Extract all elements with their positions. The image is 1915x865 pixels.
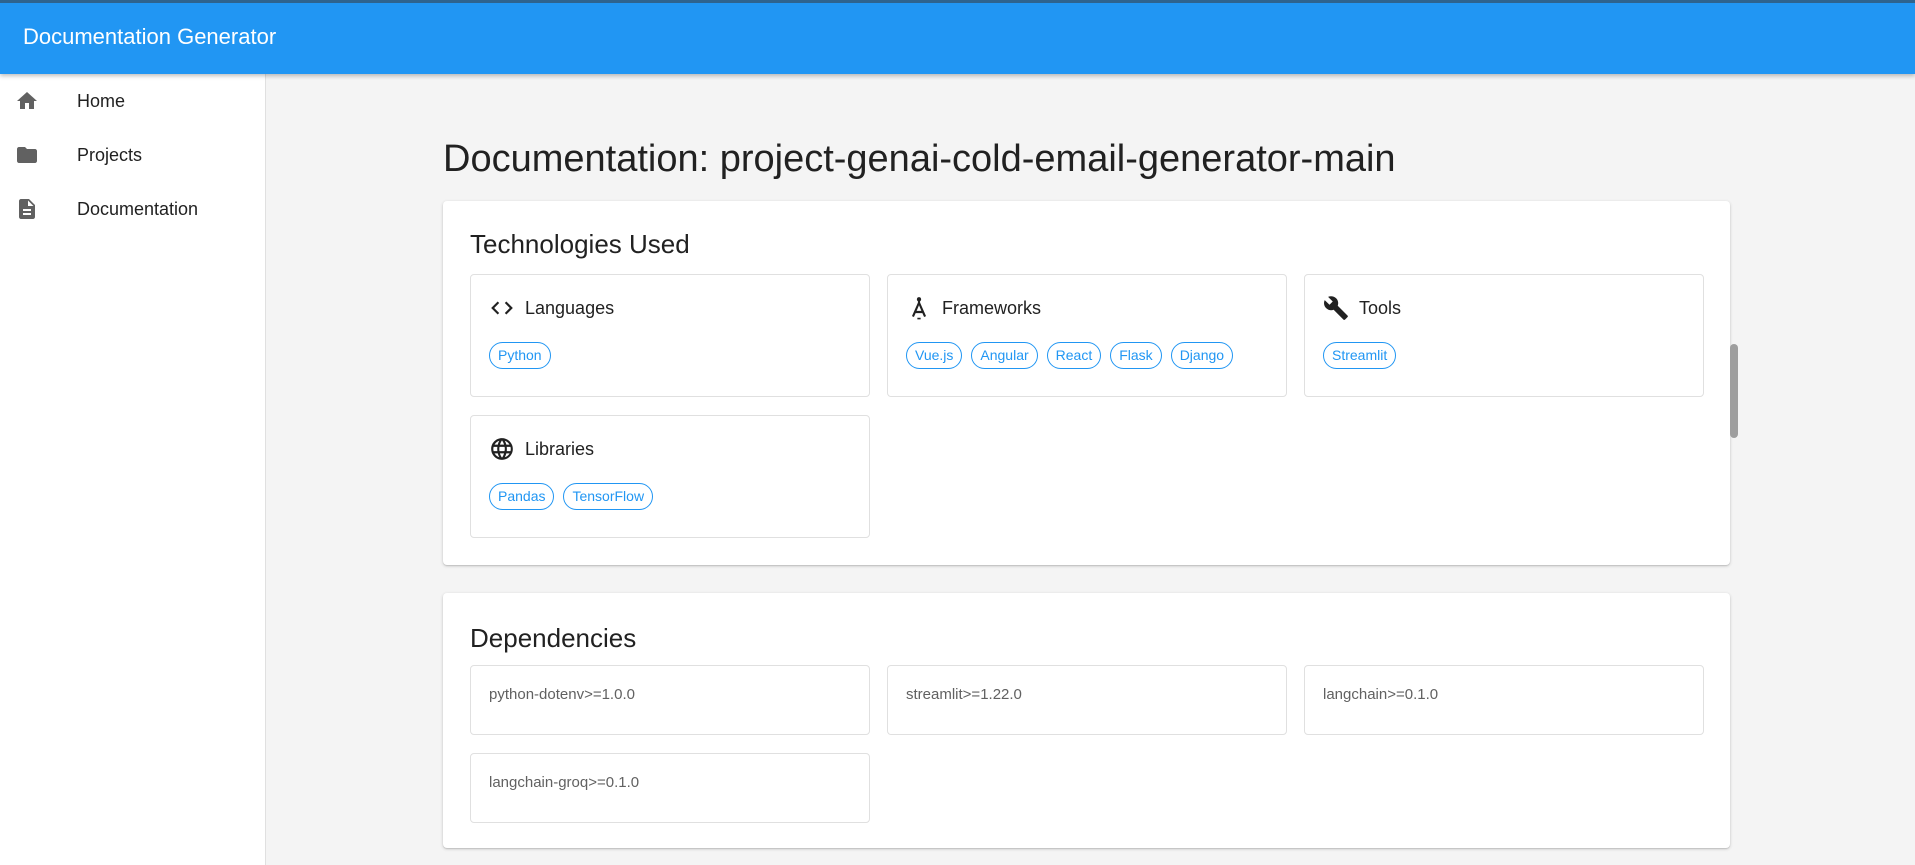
sidebar-item-documentation[interactable]: Documentation [0,182,265,236]
sidebar-item-projects[interactable]: Projects [0,128,265,182]
tech-box-tools: Tools Streamlit [1304,274,1704,397]
folder-icon [15,143,39,167]
technologies-title: Technologies Used [470,229,690,259]
tech-category-label: Languages [525,297,615,318]
sidebar-item-label: Projects [77,145,143,165]
dependency-text: langchain-groq>=0.1.0 [489,774,640,791]
tech-category-label: Frameworks [942,297,1042,318]
dependencies-title: Dependencies [470,623,637,653]
tech-box-frameworks: Frameworks Vue.js Angular React Flask Dj… [887,274,1287,397]
tech-chip[interactable]: Django [1170,342,1234,369]
tech-category-label: Tools [1359,297,1402,318]
tech-box-libraries: Libraries Pandas TensorFlow [470,415,870,538]
tech-chip[interactable]: Angular [971,342,1038,369]
dependency-text: streamlit>=1.22.0 [906,686,1022,703]
dependency-item: python-dotenv>=1.0.0 [470,665,870,735]
app-bar: Documentation Generator [0,0,1915,74]
scrollbar[interactable] [1730,74,1740,865]
tech-chip[interactable]: Flask [1110,342,1162,369]
tech-chip[interactable]: Streamlit [1323,342,1397,369]
document-icon [15,197,39,221]
technologies-card: Technologies Used Languages Python Frame… [443,201,1730,565]
tech-chip[interactable]: Pandas [489,483,555,510]
compass-icon [906,295,932,321]
dependencies-card: Dependencies python-dotenv>=1.0.0 stream… [443,593,1730,848]
tech-chip[interactable]: Vue.js [906,342,963,369]
window-top-strip [0,0,1915,3]
page-title: Documentation: project-genai-cold-email-… [443,138,1396,180]
tech-category-label: Libraries [525,438,595,459]
sidebar-item-label: Home [77,91,126,111]
code-icon [489,295,515,321]
sidebar-item-home[interactable]: Home [0,74,265,128]
dependency-text: python-dotenv>=1.0.0 [489,686,635,703]
sidebar-item-label: Documentation [77,199,199,219]
app-title: Documentation Generator [23,24,277,49]
tech-box-languages: Languages Python [470,274,870,397]
wrench-icon [1323,295,1349,321]
dependency-text: langchain>=0.1.0 [1323,686,1439,703]
home-icon [15,89,39,113]
dependency-item: langchain>=0.1.0 [1304,665,1704,735]
scrollbar-thumb[interactable] [1730,344,1738,438]
sidebar: Home Projects Documentation [0,74,266,865]
tech-chip[interactable]: TensorFlow [563,483,654,510]
dependency-item: streamlit>=1.22.0 [887,665,1287,735]
tech-chip[interactable]: Python [489,342,551,369]
tech-chip[interactable]: React [1046,342,1102,369]
dependency-item: langchain-groq>=0.1.0 [470,753,870,823]
globe-icon [489,436,515,462]
